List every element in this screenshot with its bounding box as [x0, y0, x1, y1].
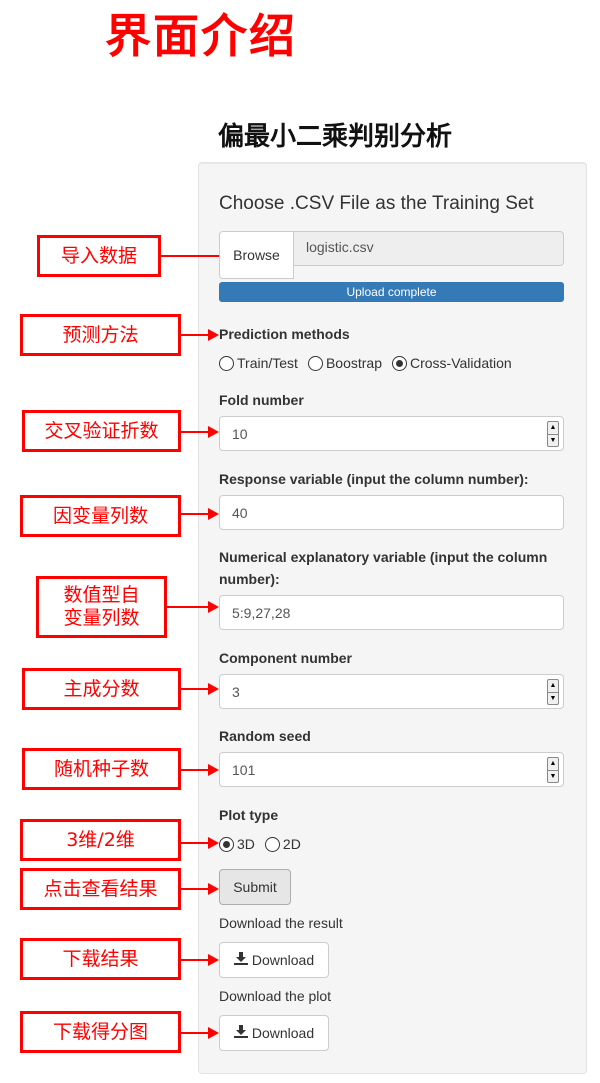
annotation-dimension: 3维/2维: [20, 819, 181, 861]
response-variable-input[interactable]: 40: [219, 495, 564, 530]
annotation-download-results: 下载结果: [20, 938, 181, 980]
radio-circle-icon[interactable]: [264, 836, 280, 852]
annotation-arrow: [161, 255, 219, 257]
response-variable-label: Response variable (input the column numb…: [219, 471, 529, 487]
arrow-head-icon: [208, 508, 219, 520]
annotation-numeric-cols-line1: 数值型自: [63, 584, 140, 607]
download-plot-button[interactable]: Download: [219, 1015, 329, 1051]
radio-bootstrap-label: Boostrap: [325, 355, 382, 371]
plot-type-radio-group: 3D 2D: [219, 836, 311, 852]
annotation-predict-method: 预测方法: [20, 314, 181, 356]
stepper-down-icon[interactable]: ▼: [548, 693, 558, 705]
annotation-download-score-plot: 下载得分图: [20, 1011, 181, 1053]
stepper-up-icon[interactable]: ▲: [548, 680, 558, 693]
numerical-variable-input[interactable]: 5:9,27,28: [219, 595, 564, 630]
arrow-head-icon: [208, 601, 219, 613]
radio-selected-icon[interactable]: [392, 355, 407, 371]
download-icon: [233, 1025, 248, 1041]
annotation-arrow: [181, 842, 211, 844]
numerical-variable-value: 5:9,27,28: [232, 604, 291, 621]
annotation-numeric-cols: 数值型自 变量列数: [36, 576, 167, 638]
radio-selected-icon[interactable]: [219, 836, 234, 852]
file-name-field: logistic.csv: [294, 231, 564, 266]
arrow-head-icon: [208, 954, 219, 966]
radio-2d[interactable]: 2D: [264, 836, 301, 852]
radio-train-test-label: Train/Test: [237, 355, 298, 371]
plot-type-label: Plot type: [219, 807, 279, 823]
annotation-arrow: [181, 888, 211, 890]
radio-3d[interactable]: 3D: [219, 836, 255, 852]
page-title: 界面介绍: [105, 9, 297, 63]
arrow-head-icon: [208, 764, 219, 776]
annotation-numeric-cols-line2: 变量列数: [63, 607, 140, 629]
submit-button[interactable]: Submit: [219, 869, 291, 905]
arrow-head-icon: [208, 837, 219, 849]
annotation-import-data: 导入数据: [37, 235, 161, 277]
annotation-arrow: [167, 606, 211, 608]
annotation-arrow: [181, 959, 211, 961]
browse-button[interactable]: Browse: [219, 231, 294, 279]
component-number-label: Component number: [219, 650, 352, 666]
arrow-head-icon: [208, 1027, 219, 1039]
download-result-label: Download the result: [219, 915, 343, 931]
number-stepper[interactable]: ▲ ▼: [547, 757, 559, 783]
upload-progress: Upload complete: [219, 282, 564, 302]
stepper-up-icon[interactable]: ▲: [548, 422, 558, 435]
prediction-methods-radio-group: Train/Test Boostrap Cross-Validation: [219, 355, 522, 371]
component-number-input[interactable]: 3 ▲ ▼: [219, 674, 564, 709]
arrow-head-icon: [208, 329, 219, 341]
radio-cross-validation-label: Cross-Validation: [410, 355, 512, 371]
radio-2d-label: 2D: [282, 836, 301, 852]
annotation-cv-folds: 交叉验证折数: [22, 410, 181, 452]
download-result-button[interactable]: Download: [219, 942, 329, 978]
radio-cross-validation[interactable]: Cross-Validation: [392, 355, 512, 371]
annotation-click-results: 点击查看结果: [20, 868, 181, 910]
component-number-value: 3: [232, 683, 240, 700]
download-result-button-label: Download: [251, 952, 315, 968]
annotation-arrow: [181, 431, 211, 433]
arrow-head-icon: [208, 683, 219, 695]
upload-progress-bar: Upload complete: [219, 282, 564, 302]
fold-number-input[interactable]: 10 ▲ ▼: [219, 416, 564, 451]
arrow-head-icon: [208, 426, 219, 438]
number-stepper[interactable]: ▲ ▼: [547, 679, 559, 705]
annotation-arrow: [181, 1032, 211, 1034]
annotation-response-col: 因变量列数: [20, 495, 181, 537]
annotation-arrow: [181, 769, 211, 771]
download-plot-button-label: Download: [251, 1025, 315, 1041]
arrow-head-icon: [208, 883, 219, 895]
stepper-up-icon[interactable]: ▲: [548, 758, 558, 771]
response-variable-value: 40: [232, 504, 248, 521]
annotation-arrow: [181, 688, 211, 690]
radio-bootstrap[interactable]: Boostrap: [307, 355, 382, 371]
fold-number-label: Fold number: [219, 392, 304, 408]
annotation-arrow: [181, 334, 211, 336]
stepper-down-icon[interactable]: ▼: [548, 771, 558, 783]
numerical-variable-label-cont: number):: [219, 571, 280, 587]
radio-circle-icon[interactable]: [307, 355, 323, 371]
radio-circle-icon[interactable]: [219, 355, 234, 371]
random-seed-value: 101: [232, 761, 256, 778]
fold-number-value: 10: [232, 425, 248, 442]
stepper-down-icon[interactable]: ▼: [548, 435, 558, 447]
download-plot-label: Download the plot: [219, 988, 332, 1004]
number-stepper[interactable]: ▲ ▼: [547, 421, 559, 447]
download-icon: [233, 952, 248, 968]
annotation-arrow: [181, 513, 211, 515]
random-seed-input[interactable]: 101 ▲ ▼: [219, 752, 564, 787]
annotation-random-seed: 随机种子数: [22, 748, 181, 790]
radio-3d-label: 3D: [237, 836, 255, 852]
app-title: 偏最小二乘判别分析: [217, 122, 452, 152]
file-input-label: Choose .CSV File as the Training Set: [219, 193, 534, 214]
annotation-components: 主成分数: [22, 668, 181, 710]
radio-train-test[interactable]: Train/Test: [219, 355, 298, 371]
random-seed-label: Random seed: [219, 728, 311, 744]
numerical-variable-label: Numerical explanatory variable (input th…: [219, 549, 548, 565]
prediction-methods-label: Prediction methods: [219, 326, 350, 342]
